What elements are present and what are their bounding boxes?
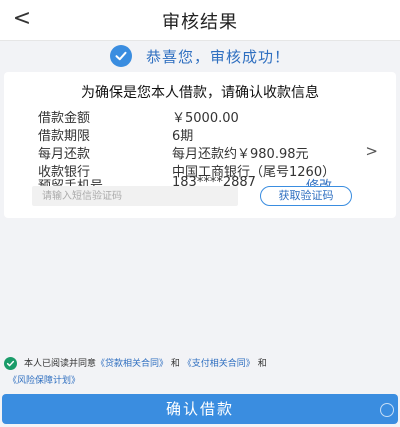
header-bar: < 审核结果	[0, 0, 400, 41]
confirm-loan-button[interactable]: 确认借款	[2, 394, 398, 424]
row-label: 借款期限	[38, 129, 91, 144]
agreement-text-line2: 《风险保障计划》	[8, 373, 80, 389]
check-circle-icon	[109, 45, 132, 67]
payment-contract-link[interactable]: 《支付相关合同》	[183, 359, 255, 369]
loan-amount-value: ￥5000.00	[172, 111, 239, 126]
loan-amount-row: 借款金额 ￥5000.00	[38, 107, 386, 126]
agreement-and: 和	[257, 359, 267, 369]
agreement-prefix: 本人已阅读并同意	[24, 359, 97, 369]
risk-plan-link[interactable]: 《风险保障计划》	[8, 376, 80, 386]
success-message: 恭喜您，审核成功！	[145, 47, 290, 66]
page-title: 审核结果	[162, 12, 238, 33]
monthly-payment-value: 每月还款约￥980.98元	[172, 147, 309, 162]
get-code-button[interactable]: 获取验证码	[260, 186, 352, 206]
monthly-payment-row[interactable]: 每月还款 每月还款约￥980.98元 >	[38, 142, 386, 162]
sms-code-input[interactable]	[32, 186, 238, 206]
row-label: 每月还款	[38, 147, 91, 162]
agreement-section: 本人已阅读并同意《贷款相关合同》 和 《支付相关合同》 和 《风险保障计划》	[4, 356, 396, 390]
row-label: 借款金额	[38, 111, 91, 126]
watermark-icon	[380, 403, 394, 417]
loan-term-row: 借款期限 6期	[38, 125, 386, 144]
chevron-right-icon[interactable]: >	[365, 142, 378, 160]
success-banner: 恭喜您，审核成功！	[0, 42, 400, 70]
loan-term-value: 6期	[172, 129, 194, 144]
receipt-info-card: 为确保是您本人借款，请确认收款信息 借款金额 ￥5000.00 借款期限 6期 …	[4, 72, 396, 218]
card-title: 为确保是您本人借款，请确认收款信息	[81, 85, 319, 101]
agreement-and: 和	[170, 359, 180, 369]
agreement-checkbox[interactable]	[4, 357, 17, 370]
agreement-text: 本人已阅读并同意《贷款相关合同》 和 《支付相关合同》 和	[24, 356, 267, 372]
loan-contract-link[interactable]: 《贷款相关合同》	[96, 359, 168, 369]
